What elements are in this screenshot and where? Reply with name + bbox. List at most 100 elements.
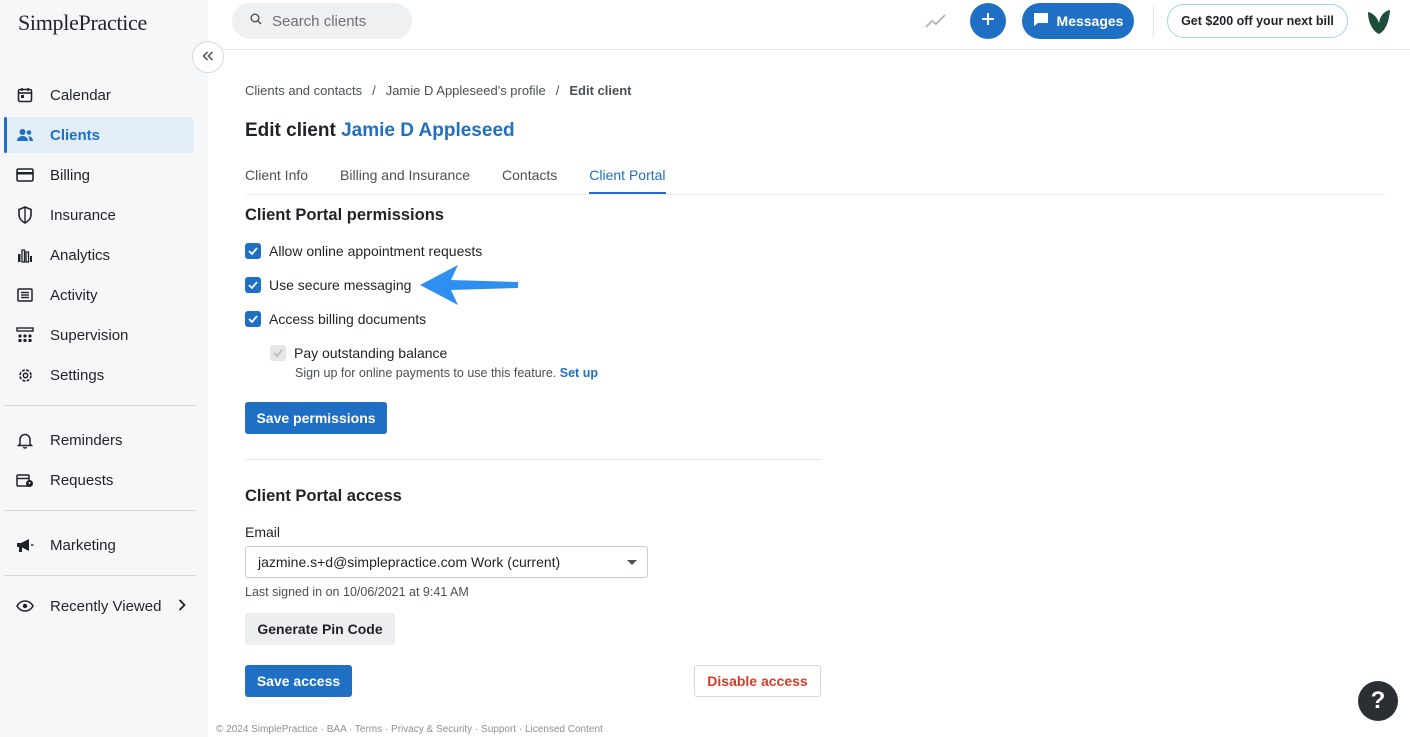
sidebar-item-analytics[interactable]: Analytics <box>4 237 194 273</box>
option-label: Access billing documents <box>269 311 427 327</box>
option-secure-messaging[interactable]: Use secure messaging <box>245 277 411 293</box>
search-input[interactable] <box>272 12 412 30</box>
shield-icon <box>16 206 34 224</box>
page-title: Edit client Jamie D Appleseed <box>245 120 515 142</box>
sidebar-item-label: Calendar <box>50 86 111 104</box>
page-title-prefix: Edit client <box>245 120 336 141</box>
sidebar-item-reminders[interactable]: Reminders <box>4 422 194 458</box>
tab-bar: Client Info Billing and Insurance Contac… <box>245 167 666 194</box>
sidebar-item-settings[interactable]: Settings <box>4 357 194 393</box>
sidebar-item-calendar[interactable]: Calendar <box>4 77 194 113</box>
breadcrumb-separator: / <box>555 83 560 98</box>
gear-icon <box>16 366 34 384</box>
sidebar-item-label: Reminders <box>50 431 123 449</box>
chat-bubble-icon <box>1033 12 1049 30</box>
sidebar-item-label: Marketing <box>50 536 116 554</box>
eye-icon <box>16 597 34 615</box>
tab-billing-insurance[interactable]: Billing and Insurance <box>340 167 470 194</box>
last-signed-in-text: Last signed in on 10/06/2021 at 9:41 AM <box>245 585 469 599</box>
add-button[interactable] <box>970 3 1006 39</box>
sidebar-divider <box>4 510 196 511</box>
option-billing-documents[interactable]: Access billing documents <box>245 311 426 327</box>
collapse-sidebar-button[interactable] <box>192 41 224 73</box>
breadcrumb-current: Edit client <box>569 83 632 98</box>
promo-button[interactable]: Get $200 off your next bill <box>1167 4 1348 38</box>
checkbox-disabled <box>270 345 286 361</box>
checkbox-checked[interactable] <box>245 243 261 259</box>
disable-access-button[interactable]: Disable access <box>694 665 821 697</box>
checkbox-checked[interactable] <box>245 277 261 293</box>
messages-label: Messages <box>1056 13 1124 29</box>
sidebar-item-insurance[interactable]: Insurance <box>4 197 194 233</box>
calendar-icon <box>16 86 34 104</box>
sidebar-item-recently-viewed[interactable]: Recently Viewed <box>4 588 194 624</box>
bar-chart-icon <box>16 246 34 264</box>
checkbox-checked[interactable] <box>245 311 261 327</box>
setup-link[interactable]: Set up <box>560 366 598 380</box>
pointer-arrow-icon <box>418 263 522 312</box>
plus-icon <box>981 12 995 31</box>
double-chevron-left-icon <box>202 48 214 66</box>
section-divider <box>245 459 821 460</box>
sidebar-item-label: Settings <box>50 366 105 384</box>
requests-icon <box>16 471 34 489</box>
messages-button[interactable]: Messages <box>1022 3 1134 39</box>
payments-hint: Sign up for online payments to use this … <box>295 366 598 380</box>
tab-client-info[interactable]: Client Info <box>245 167 308 194</box>
list-icon <box>16 286 34 304</box>
credit-card-icon <box>16 166 34 184</box>
caret-down-icon <box>627 560 637 565</box>
option-pay-balance: Pay outstanding balance <box>270 345 447 361</box>
logo[interactable]: SimplePractice <box>18 10 147 36</box>
option-label: Allow online appointment requests <box>269 243 483 259</box>
sidebar-item-label: Clients <box>50 126 101 144</box>
megaphone-icon <box>16 536 34 554</box>
sidebar-divider <box>4 405 196 406</box>
sidebar-item-label: Billing <box>50 166 91 184</box>
breadcrumb-separator: / <box>372 83 376 98</box>
option-appointment-requests[interactable]: Allow online appointment requests <box>245 243 482 259</box>
sidebar-item-requests[interactable]: Requests <box>4 462 194 498</box>
breadcrumb-link-profile[interactable]: Jamie D Appleseed's profile <box>386 83 546 98</box>
access-title: Client Portal access <box>245 487 402 505</box>
chevron-right-icon <box>178 598 186 615</box>
option-label: Use secure messaging <box>269 277 412 293</box>
generate-pin-button[interactable]: Generate Pin Code <box>245 613 395 645</box>
trend-icon[interactable] <box>924 10 948 35</box>
supervision-icon <box>16 326 34 344</box>
client-name-link[interactable]: Jamie D Appleseed <box>341 120 515 141</box>
help-button[interactable]: ? <box>1358 681 1398 721</box>
sidebar-item-label: Supervision <box>50 326 129 344</box>
sidebar-item-clients[interactable]: Clients <box>4 117 194 153</box>
search-box[interactable] <box>232 3 412 39</box>
email-select[interactable]: jazmine.s+d@simplepractice.com Work (cur… <box>245 546 648 578</box>
users-icon <box>16 126 34 144</box>
sidebar-item-label: Recently Viewed <box>50 597 162 615</box>
sidebar-item-marketing[interactable]: Marketing <box>4 527 194 563</box>
brand-leaf-icon[interactable] <box>1364 6 1394 41</box>
sidebar-item-billing[interactable]: Billing <box>4 157 194 193</box>
footer: © 2024 SimplePractice · BAA · Terms · Pr… <box>216 724 603 735</box>
breadcrumb-link-clients[interactable]: Clients and contacts <box>245 83 362 98</box>
sidebar-item-label: Activity <box>50 286 98 304</box>
sidebar-item-label: Analytics <box>50 246 111 264</box>
tab-contacts[interactable]: Contacts <box>502 167 557 194</box>
sidebar-item-supervision[interactable]: Supervision <box>4 317 194 353</box>
top-bar: Messages Get $200 off your next bill <box>208 0 1410 50</box>
topbar-divider <box>1153 6 1154 36</box>
breadcrumb: Clients and contacts / Jamie D Appleseed… <box>245 83 631 98</box>
save-access-button[interactable]: Save access <box>245 665 352 697</box>
hint-text: Sign up for online payments to use this … <box>295 366 557 380</box>
sidebar-item-label: Insurance <box>50 206 116 224</box>
email-select-value: jazmine.s+d@simplepractice.com Work (cur… <box>258 554 561 570</box>
permissions-title: Client Portal permissions <box>245 206 444 224</box>
tab-client-portal[interactable]: Client Portal <box>589 167 666 194</box>
bell-icon <box>16 431 34 449</box>
sidebar-divider <box>4 575 196 576</box>
search-icon <box>250 12 262 30</box>
save-permissions-button[interactable]: Save permissions <box>245 402 387 434</box>
sidebar-item-label: Requests <box>50 471 114 489</box>
option-label: Pay outstanding balance <box>294 345 448 361</box>
sidebar-item-activity[interactable]: Activity <box>4 277 194 313</box>
email-label: Email <box>245 524 281 540</box>
